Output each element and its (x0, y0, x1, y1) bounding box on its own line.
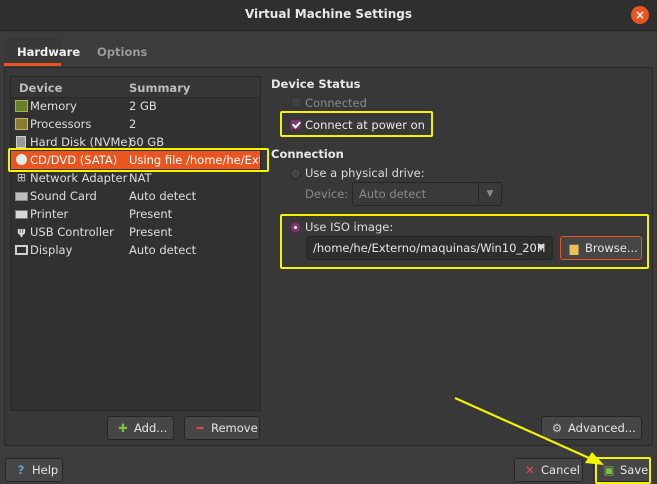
tab-hardware[interactable]: Hardware (4, 38, 80, 66)
add-button-label: Add... (134, 421, 168, 435)
display-icon (15, 245, 28, 255)
physical-drive-label: Use a physical drive: (305, 166, 425, 180)
plus-icon: ✚ (118, 421, 128, 435)
device-summary: 2 (129, 117, 137, 131)
connect-at-power-on-checkbox[interactable] (290, 119, 301, 130)
device-row-cd-dvd[interactable]: CD/DVD (SATA) Using file /home/he/Exter (11, 151, 260, 169)
chevron-down-icon[interactable]: ▼ (529, 237, 552, 259)
device-summary: Auto detect (129, 189, 197, 203)
advanced-button-label: Advanced... (568, 421, 636, 435)
minus-icon: ━ (196, 421, 204, 435)
connect-at-power-on-label: Connect at power on (305, 118, 425, 132)
device-row-display[interactable]: Display Auto detect (11, 241, 260, 259)
column-header-summary[interactable]: Summary (129, 81, 190, 95)
physical-device-dropdown[interactable]: Auto detect ▼ (352, 182, 502, 206)
device-row-network-adapter[interactable]: ⊞ Network Adapter NAT (11, 169, 260, 187)
connected-label: Connected (305, 96, 367, 110)
device-name: Processors (30, 117, 92, 131)
column-header-device[interactable]: Device (19, 81, 62, 95)
help-icon: ? (17, 463, 25, 477)
browse-button[interactable]: ▆ Browse... (560, 236, 642, 260)
device-name: Network Adapter (30, 171, 128, 185)
device-summary: Using file /home/he/Exter (129, 153, 260, 167)
help-button-label: Help (32, 463, 59, 477)
save-button-label: Save (620, 463, 649, 477)
browse-button-label: Browse... (585, 241, 638, 255)
iso-image-radio[interactable] (290, 222, 301, 233)
help-button[interactable]: ? Help (5, 458, 63, 482)
folder-icon: ▆ (569, 241, 579, 255)
cancel-button[interactable]: ✕ Cancel (514, 458, 583, 482)
connection-heading: Connection (271, 147, 344, 161)
network-adapter-icon: ⊞ (16, 171, 27, 184)
device-row-memory[interactable]: Memory 2 GB (11, 97, 260, 115)
tab-options[interactable]: Options (84, 38, 160, 66)
device-row-processors[interactable]: Processors 2 (11, 115, 260, 133)
advanced-button[interactable]: ⚙ Advanced... (541, 416, 642, 440)
device-row-sound-card[interactable]: Sound Card Auto detect (11, 187, 260, 205)
gear-icon: ⚙ (551, 421, 563, 435)
iso-path-value[interactable]: /home/he/Externo/maquinas/Win10_20H (313, 241, 545, 255)
processor-icon (15, 118, 28, 130)
physical-drive-radio[interactable] (290, 168, 301, 179)
device-summary: Present (129, 225, 173, 239)
device-summary: NAT (129, 171, 152, 185)
title-bar: Virtual Machine Settings × (0, 0, 657, 31)
device-field-label: Device: (305, 187, 349, 201)
device-summary: Auto detect (129, 243, 197, 257)
device-name: CD/DVD (SATA) (30, 153, 118, 167)
close-icon: × (634, 8, 646, 22)
device-row-printer[interactable]: Printer Present (11, 205, 260, 223)
device-summary: 2 GB (129, 99, 157, 113)
list-header: Device Summary (11, 77, 260, 98)
device-name: Memory (30, 99, 77, 113)
hard-disk-icon (16, 136, 26, 148)
device-name: Hard Disk (NVMe) (30, 135, 132, 149)
save-icon: ▣ (603, 463, 615, 477)
close-button[interactable]: × (631, 6, 649, 24)
device-name: Printer (30, 207, 69, 221)
device-row-hard-disk[interactable]: Hard Disk (NVMe) 60 GB (11, 133, 260, 151)
iso-path-combo[interactable]: /home/he/Externo/maquinas/Win10_20H ▼ (306, 236, 553, 260)
iso-image-label: Use ISO image: (305, 220, 394, 234)
usb-controller-icon: ψ (17, 225, 26, 238)
device-summary: 60 GB (129, 135, 165, 149)
device-name: Display (30, 243, 73, 257)
device-row-usb-controller[interactable]: ψ USB Controller Present (11, 223, 260, 241)
device-name: Sound Card (30, 189, 97, 203)
device-status-heading: Device Status (271, 77, 361, 91)
remove-button-label: Remove (211, 421, 258, 435)
cd-dvd-icon (16, 154, 27, 165)
physical-device-value: Auto detect (359, 187, 427, 201)
connected-checkbox[interactable] (291, 97, 302, 108)
save-button[interactable]: ▣ Save (593, 458, 651, 482)
device-summary: Present (129, 207, 173, 221)
memory-icon (15, 100, 28, 112)
printer-icon (15, 210, 28, 219)
window-title: Virtual Machine Settings (244, 7, 413, 21)
chevron-down-icon: ▼ (478, 183, 501, 205)
remove-device-button[interactable]: ━ Remove (184, 416, 260, 440)
device-list[interactable]: Device Summary Memory 2 GB Processors 2 … (10, 76, 261, 411)
add-device-button[interactable]: ✚ Add... (107, 416, 174, 440)
device-name: USB Controller (30, 225, 114, 239)
sound-card-icon (15, 192, 28, 201)
cancel-icon: ✕ (525, 463, 535, 477)
cancel-button-label: Cancel (541, 463, 580, 477)
